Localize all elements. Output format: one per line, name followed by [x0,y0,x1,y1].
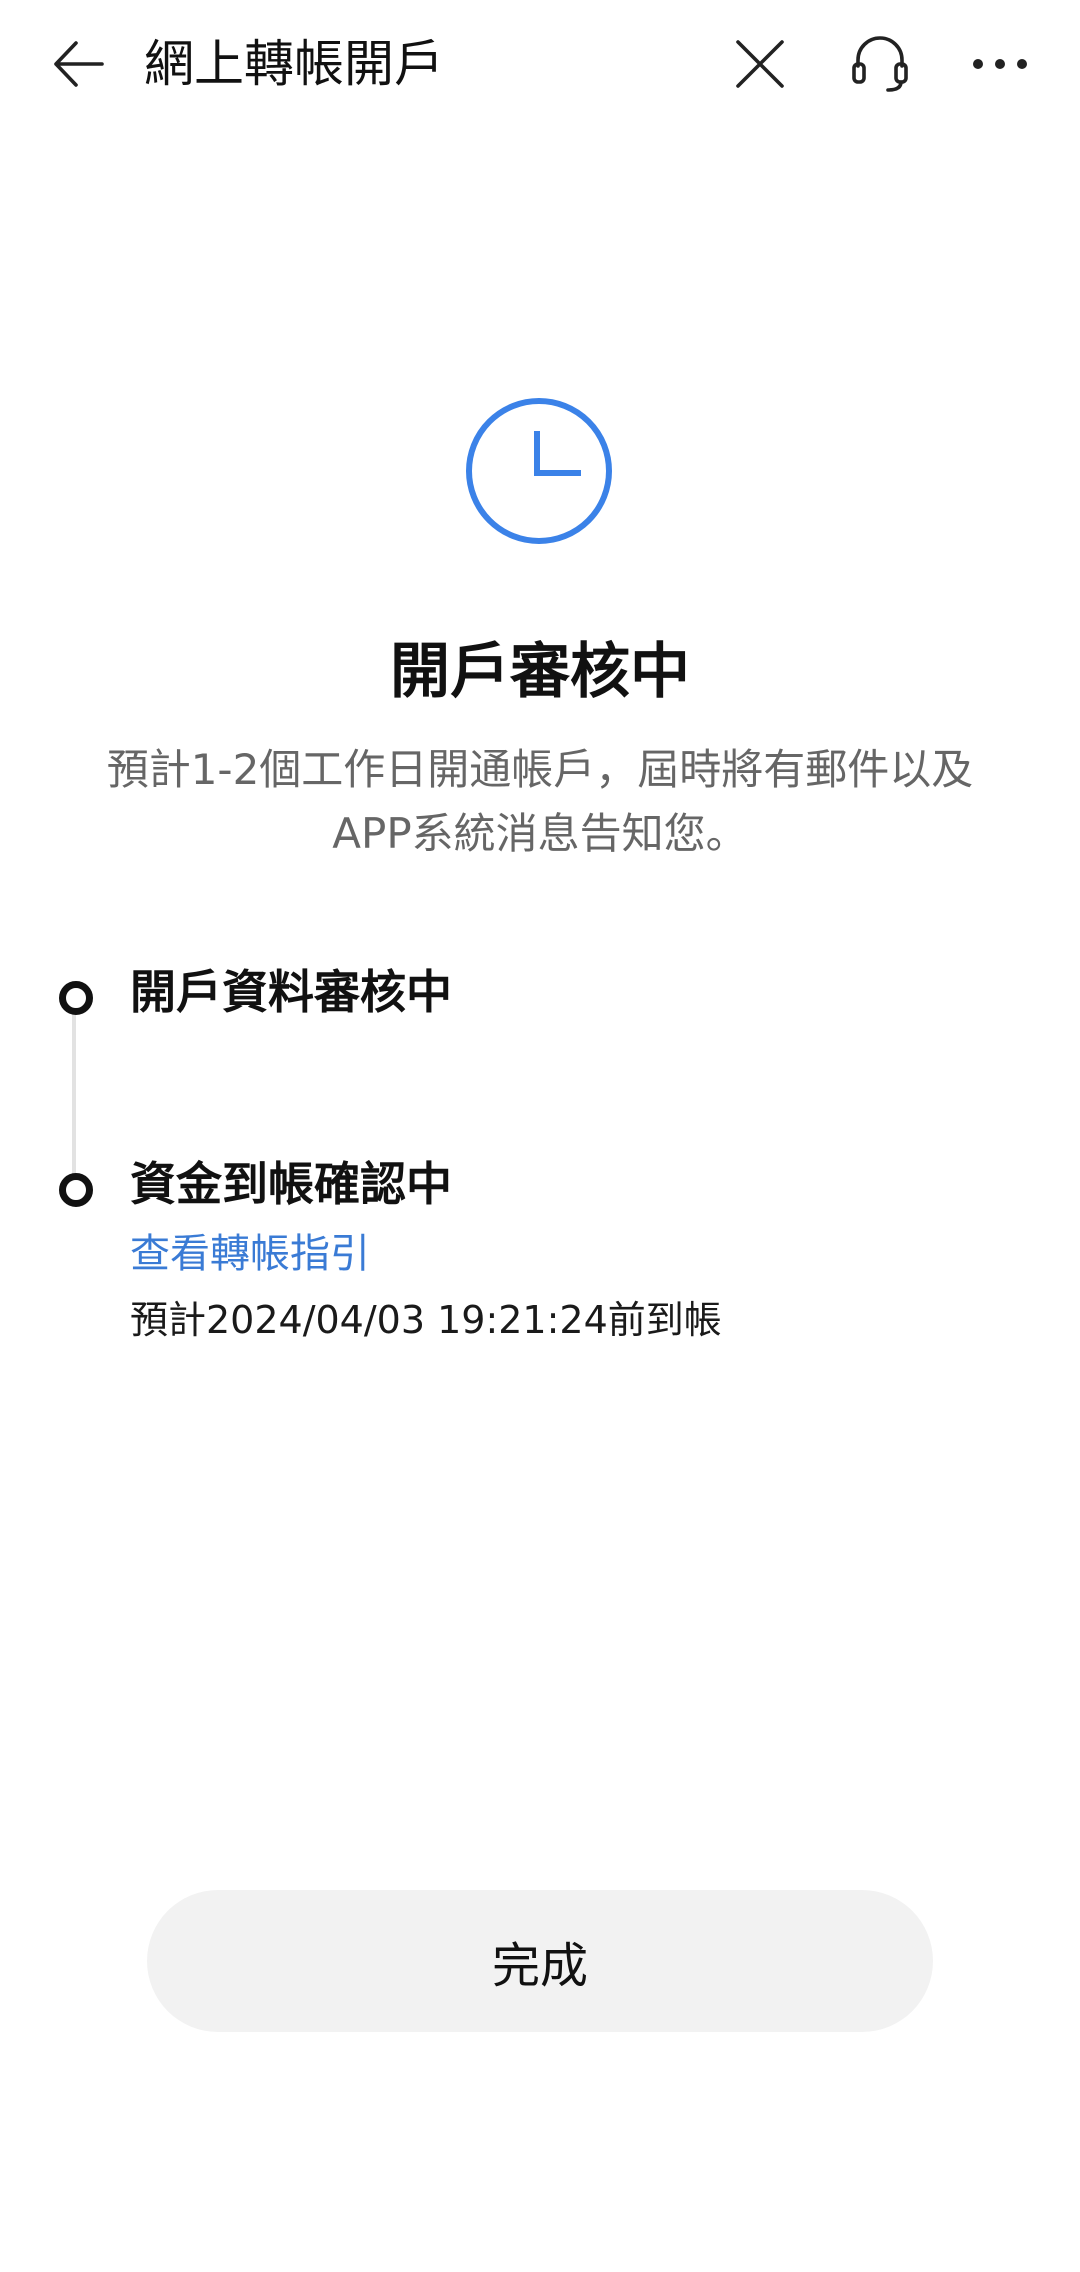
status-title: 開戶審核中 [390,637,690,707]
customer-support-button[interactable] [838,22,922,106]
timeline-dot [59,1173,93,1207]
step-title-review: 開戶資料審核中 [130,965,452,1019]
done-button[interactable]: 完成 [147,1890,933,2032]
step-title-funds: 資金到帳確認中 [130,1157,452,1211]
arrival-estimate: 預計2024/04/03 19:21:24前到帳 [130,1298,722,1342]
back-button[interactable] [36,22,120,106]
more-options-button[interactable] [958,22,1042,106]
headset-icon [852,36,908,92]
clock-icon [464,396,614,546]
more-horizontal-icon [973,59,1027,69]
page-title: 網上轉帳開戶 [144,35,444,93]
close-icon [736,40,784,88]
timeline-dot [59,981,93,1015]
close-button[interactable] [718,22,802,106]
arrow-left-icon [54,41,104,87]
status-description: 預計1-2個工作日開通帳戶，屆時將有郵件以及APP系統消息告知您。 [106,745,974,858]
app-header: 網上轉帳開戶 [0,0,1080,128]
transfer-guide-link[interactable]: 查看轉帳指引 [130,1226,370,1282]
timeline-connector [72,1004,76,1190]
